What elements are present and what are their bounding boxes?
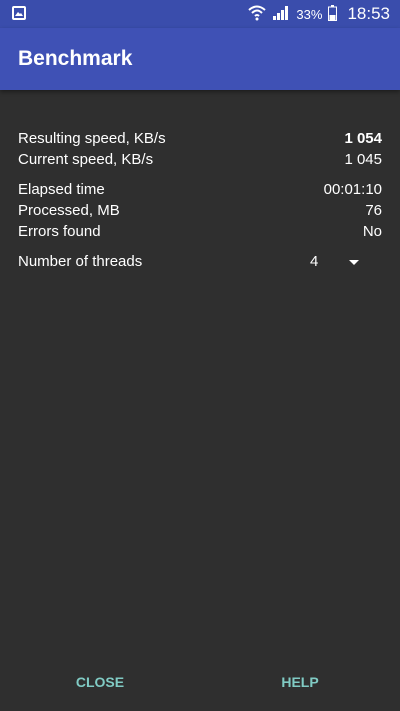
threads-dropdown[interactable]: 4 — [308, 249, 368, 275]
resulting-speed-label: Resulting speed, KB/s — [18, 130, 166, 147]
errors-row: Errors found No — [18, 221, 382, 242]
close-button[interactable]: CLOSE — [30, 662, 170, 702]
processed-row: Processed, MB 76 — [18, 200, 382, 221]
current-speed-label: Current speed, KB/s — [18, 151, 154, 168]
elapsed-time-label: Elapsed time — [18, 181, 105, 198]
page-title: Benchmark — [18, 47, 133, 70]
battery-percent: 33% — [296, 6, 323, 22]
processed-value: 76 — [365, 202, 382, 219]
threads-label: Number of threads — [18, 253, 143, 270]
benchmark-stats: Resulting speed, KB/s 1 054 Current spee… — [18, 128, 382, 275]
dialog-actions: CLOSE HELP — [0, 662, 400, 702]
current-speed-value: 1 045 — [344, 151, 382, 168]
dropdown-arrow-icon — [349, 259, 359, 265]
elapsed-time-value: 00:01:10 — [323, 181, 382, 198]
gallery-icon — [12, 6, 26, 20]
clock: 18:53 — [347, 4, 390, 23]
resulting-speed-row: Resulting speed, KB/s 1 054 — [18, 128, 382, 149]
help-button[interactable]: HELP — [230, 662, 370, 702]
status-bar: 33% 18:53 — [0, 0, 400, 28]
resulting-speed-value: 1 054 — [344, 130, 382, 147]
status-indicators: 33% 18:53 — [248, 0, 390, 28]
threads-row: Number of threads 4 — [18, 249, 382, 275]
errors-label: Errors found — [18, 223, 101, 240]
threads-selected-value: 4 — [310, 253, 319, 270]
elapsed-time-row: Elapsed time 00:01:10 — [18, 179, 382, 200]
signal-icon — [272, 5, 290, 24]
errors-value: No — [362, 223, 382, 240]
processed-label: Processed, MB — [18, 202, 120, 219]
current-speed-row: Current speed, KB/s 1 045 — [18, 149, 382, 170]
app-bar: Benchmark — [0, 28, 400, 90]
wifi-icon — [248, 5, 267, 24]
battery-icon — [328, 4, 338, 24]
